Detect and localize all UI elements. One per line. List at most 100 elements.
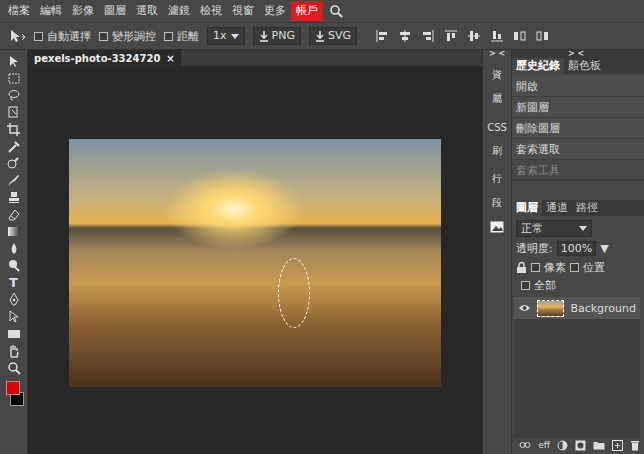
align-icon[interactable] [444, 29, 458, 43]
tool-icon[interactable] [6, 207, 22, 222]
align-icon[interactable] [467, 29, 481, 43]
eye-icon[interactable] [518, 303, 531, 313]
trash-icon[interactable] [630, 440, 640, 451]
tool-button[interactable] [4, 292, 24, 307]
tool-button[interactable]: T [4, 275, 24, 290]
menu-item[interactable]: 圖層 [99, 1, 131, 21]
tool-icon[interactable] [6, 122, 22, 137]
tool-icon[interactable] [6, 156, 22, 171]
align-icon[interactable] [398, 29, 412, 43]
collapse-button[interactable]: > < [512, 50, 644, 58]
menu-item[interactable]: 影像 [67, 1, 99, 21]
tool-button[interactable] [4, 139, 24, 154]
collapse-button[interactable]: > < [489, 50, 505, 58]
tool-button[interactable] [4, 156, 24, 171]
dock-item[interactable] [490, 216, 504, 238]
tool-button[interactable] [4, 207, 24, 222]
align-icon[interactable] [375, 29, 389, 43]
lock-checkbox[interactable]: 全部 [516, 278, 640, 293]
checkbox[interactable] [531, 263, 540, 272]
lock-checkbox[interactable]: 位置 [570, 260, 605, 275]
history-item[interactable]: 刪除圖層 [512, 118, 644, 139]
option-checkbox[interactable]: 自動選擇 [34, 29, 91, 44]
align-icon[interactable] [536, 29, 550, 43]
history-item[interactable]: 開啟 [512, 76, 644, 97]
panel-tab[interactable]: 路徑 [572, 200, 602, 216]
tool-button[interactable] [4, 54, 24, 69]
menu-item[interactable]: 視窗 [227, 1, 259, 21]
tool-button[interactable] [4, 190, 24, 205]
history-item[interactable]: 新圖層 [512, 97, 644, 118]
checkbox[interactable] [570, 263, 579, 272]
canvas[interactable] [28, 66, 482, 454]
tool-icon[interactable] [6, 173, 22, 188]
tool-button[interactable] [4, 224, 24, 239]
panel-tab[interactable]: 圖層 [512, 200, 542, 216]
opacity-field[interactable]: 100% [557, 241, 596, 256]
tool-button[interactable] [4, 105, 24, 120]
tool-icon[interactable] [6, 326, 22, 341]
checkbox[interactable] [34, 32, 43, 41]
tool-button[interactable] [4, 343, 24, 358]
align-icon[interactable] [490, 29, 504, 43]
close-button[interactable]: × [166, 53, 174, 64]
zoom-select[interactable]: 1x [207, 27, 245, 45]
tool-icon[interactable] [6, 258, 22, 273]
history-item[interactable]: 套索選取 [512, 139, 644, 160]
image-icon[interactable] [490, 221, 504, 233]
effects-button[interactable]: eff [538, 440, 550, 450]
tool-button[interactable] [4, 88, 24, 103]
menu-item[interactable]: 更多 [259, 1, 291, 21]
tool-button[interactable] [4, 71, 24, 86]
align-icon[interactable] [421, 29, 435, 43]
tool-icon[interactable] [6, 190, 22, 205]
photo[interactable] [69, 139, 441, 387]
tool-icon[interactable] [6, 224, 22, 239]
tool-icon[interactable] [6, 105, 22, 120]
tool-icon[interactable] [6, 360, 22, 375]
tool-icon[interactable] [6, 241, 22, 256]
mask-icon[interactable] [575, 440, 586, 451]
blend-mode-select[interactable]: 正常 [516, 220, 592, 237]
opacity-arrow[interactable]: ▼ [600, 242, 608, 255]
tool-button[interactable] [4, 241, 24, 256]
align-icon[interactable] [513, 29, 527, 43]
menu-item[interactable]: 檢視 [195, 1, 227, 21]
dock-item[interactable]: 段 [492, 192, 502, 214]
option-checkbox[interactable]: 變形調控 [99, 29, 156, 44]
menu-item[interactable]: 編輯 [35, 1, 67, 21]
tool-icon[interactable] [6, 139, 22, 154]
tool-button[interactable] [4, 173, 24, 188]
search-icon[interactable] [329, 4, 343, 18]
dock-item[interactable]: 刷 [492, 140, 502, 162]
checkbox[interactable] [521, 281, 530, 290]
tool-button[interactable] [4, 258, 24, 273]
adjustment-icon[interactable] [557, 440, 568, 451]
tool-icon[interactable] [6, 71, 22, 86]
dock-item[interactable]: 行 [492, 168, 502, 190]
foreground-color-swatch[interactable] [6, 381, 20, 395]
dock-item[interactable]: 資 [492, 64, 502, 86]
menu-item[interactable]: 濾鏡 [163, 1, 195, 21]
tool-button[interactable] [4, 309, 24, 324]
panel-tab[interactable]: 通道 [542, 200, 572, 216]
tool-icon[interactable] [6, 343, 22, 358]
option-checkbox[interactable]: 距離 [164, 29, 199, 44]
folder-icon[interactable] [593, 440, 605, 450]
menu-item[interactable]: 選取 [131, 1, 163, 21]
new-layer-icon[interactable] [612, 440, 623, 451]
tool-icon[interactable] [6, 292, 22, 307]
layer-row[interactable]: Background [514, 297, 640, 319]
link-icon[interactable] [519, 441, 531, 449]
tool-icon[interactable] [6, 309, 22, 324]
tool-button[interactable] [4, 122, 24, 137]
menu-item[interactable]: 帳戶 [291, 1, 323, 21]
document-tab[interactable]: pexels-photo-3324720× [28, 50, 181, 66]
export-button[interactable]: SVG [309, 27, 357, 45]
export-button[interactable]: PNG [253, 27, 301, 45]
panel-tab[interactable]: 歷史紀錄 [512, 58, 564, 74]
lock-checkbox[interactable]: 像素 [531, 260, 566, 275]
dock-item[interactable]: CSS [487, 116, 507, 138]
checkbox[interactable] [99, 32, 108, 41]
checkbox[interactable] [164, 32, 173, 41]
